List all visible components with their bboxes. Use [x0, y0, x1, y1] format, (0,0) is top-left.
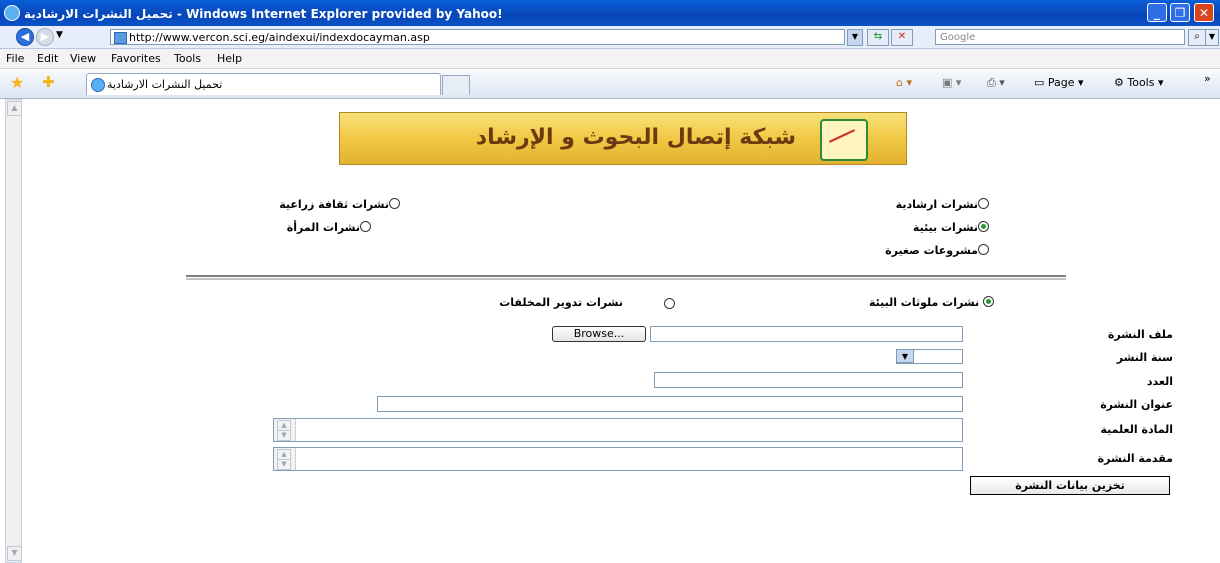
category-agri-culture-label: نشرات ثقافة زراعية [279, 198, 389, 211]
year-label: سنة النشر [1116, 351, 1173, 364]
page-menu-button[interactable]: ▭ Page ▾ [1034, 76, 1084, 89]
tab-current[interactable]: تحميل النشرات الارشادية [86, 73, 441, 95]
scroll-down-icon[interactable]: ▼ [7, 546, 22, 561]
print-icon[interactable]: ⎙ ▾ [987, 76, 1005, 90]
menu-help[interactable]: Help [217, 52, 242, 65]
subcategory-pollutants[interactable]: نشرات ملوثات البيئة [869, 296, 994, 309]
url-dropdown-icon[interactable]: ▼ [847, 29, 863, 46]
tools-menu-button[interactable]: ⚙ Tools ▾ [1114, 76, 1164, 89]
category-extension-label: نشرات ارشادية [895, 198, 978, 211]
page-menu-label: Page [1047, 76, 1075, 89]
subcategory-pollutants-label: نشرات ملوثات البيئة [868, 296, 980, 309]
issue-input[interactable] [654, 372, 963, 388]
category-environmental-label: نشرات بيئية [912, 221, 978, 234]
window-title: تحميل النشرات الارشادية - Windows Intern… [0, 5, 1144, 21]
radio-extension[interactable] [978, 198, 989, 209]
category-extension[interactable]: نشرات ارشادية [896, 198, 989, 211]
content-label: المادة العلمية [1100, 423, 1173, 436]
browse-button[interactable]: Browse... [552, 326, 646, 342]
category-small-projects-label: مشروعات صغيرة [885, 244, 978, 257]
radio-recycling[interactable] [664, 298, 675, 309]
banner-text: شبكة إتصال البحوث و الإرشاد [475, 125, 796, 150]
intro-textarea[interactable] [273, 447, 963, 471]
radio-pollutants[interactable] [983, 296, 994, 307]
site-banner: شبكة إتصال البحوث و الإرشاد [339, 112, 907, 165]
more-tools-icon[interactable]: » [1204, 72, 1211, 85]
tab-label: تحميل النشرات الارشادية [107, 78, 223, 91]
title-input[interactable] [377, 396, 963, 412]
minimize-button[interactable]: _ [1147, 3, 1167, 22]
menu-view[interactable]: View [70, 52, 96, 65]
feeds-icon[interactable]: ▣ ▾ [942, 76, 961, 89]
menu-file[interactable]: File [6, 52, 24, 65]
radio-small-projects[interactable] [978, 244, 989, 255]
vertical-scrollbar[interactable]: ▲ ▼ [5, 99, 22, 563]
category-environmental[interactable]: نشرات بيئية [913, 221, 989, 234]
radio-agri-culture[interactable] [389, 198, 400, 209]
save-bulletin-button[interactable]: تخزين بيانات النشرة [970, 476, 1170, 495]
window-titlebar: تحميل النشرات الارشادية - Windows Intern… [0, 0, 1220, 26]
favorites-star-icon[interactable]: ★ [10, 73, 24, 92]
forward-button[interactable]: ▶ [36, 28, 54, 46]
tools-menu-label: Tools [1127, 76, 1155, 89]
scroll-up-icon[interactable]: ▲ [7, 101, 22, 116]
intro-scrollbar[interactable]: ▲ ▼ [274, 448, 296, 470]
radio-women[interactable] [360, 221, 371, 232]
category-women[interactable]: نشرات المرأة [287, 221, 371, 234]
history-dropdown-icon[interactable]: ▼ [56, 30, 63, 40]
issue-label: العدد [1146, 375, 1173, 388]
window-title-text: تحميل النشرات الارشادية - Windows Intern… [24, 7, 503, 21]
search-input[interactable]: Google [935, 29, 1185, 45]
favorites-bar: ★ ✚ تحميل النشرات الارشادية ⌂ ▾ ▣ ▾ ⎙ ▾ … [0, 69, 1220, 99]
new-tab-button[interactable] [442, 75, 470, 95]
title-label: عنوان النشرة [1100, 398, 1173, 411]
address-bar: ◀ ▶ ▼ http://www.vercon.sci.eg/aindexui/… [0, 26, 1220, 49]
add-favorites-icon[interactable]: ✚ [42, 73, 55, 91]
divider [186, 275, 1066, 280]
menu-edit[interactable]: Edit [37, 52, 58, 65]
menu-tools[interactable]: Tools [174, 52, 201, 65]
close-button[interactable]: ✕ [1194, 3, 1214, 22]
url-input[interactable]: http://www.vercon.sci.eg/aindexui/indexd… [110, 29, 845, 45]
chart-logo-icon [820, 119, 868, 161]
url-text: http://www.vercon.sci.eg/aindexui/indexd… [129, 31, 430, 44]
subcategory-recycling-label: نشرات تدوير المخلفات [499, 296, 623, 309]
search-dropdown-icon[interactable]: ▼ [1205, 29, 1219, 46]
tab-ie-icon [91, 78, 105, 92]
page-icon [114, 32, 127, 44]
content-scroll-down-icon[interactable]: ▼ [277, 430, 291, 441]
chevron-down-icon[interactable]: ▼ [896, 349, 914, 363]
home-icon[interactable]: ⌂ ▾ [896, 76, 912, 89]
stop-button[interactable]: ✕ [891, 29, 913, 46]
menu-favorites[interactable]: Favorites [111, 52, 161, 65]
category-women-label: نشرات المرأة [286, 221, 360, 234]
intro-scroll-down-icon[interactable]: ▼ [277, 459, 291, 470]
category-agri-culture[interactable]: نشرات ثقافة زراعية [279, 198, 400, 211]
maximize-button[interactable]: ❐ [1170, 3, 1190, 22]
content-textarea[interactable] [273, 418, 963, 442]
ie-logo-icon [4, 5, 20, 21]
content-scrollbar[interactable]: ▲ ▼ [274, 419, 296, 441]
intro-label: مقدمة النشرة [1097, 452, 1173, 465]
menu-bar: File Edit View Favorites Tools Help [0, 49, 1220, 69]
file-path-input[interactable] [650, 326, 963, 342]
category-small-projects[interactable]: مشروعات صغيرة [885, 244, 989, 257]
radio-environmental[interactable] [978, 221, 989, 232]
file-label: ملف النشرة [1107, 328, 1173, 341]
back-button[interactable]: ◀ [16, 28, 34, 46]
refresh-button[interactable]: ⇆ [867, 29, 889, 46]
search-icon[interactable]: ⌕ [1188, 29, 1206, 46]
